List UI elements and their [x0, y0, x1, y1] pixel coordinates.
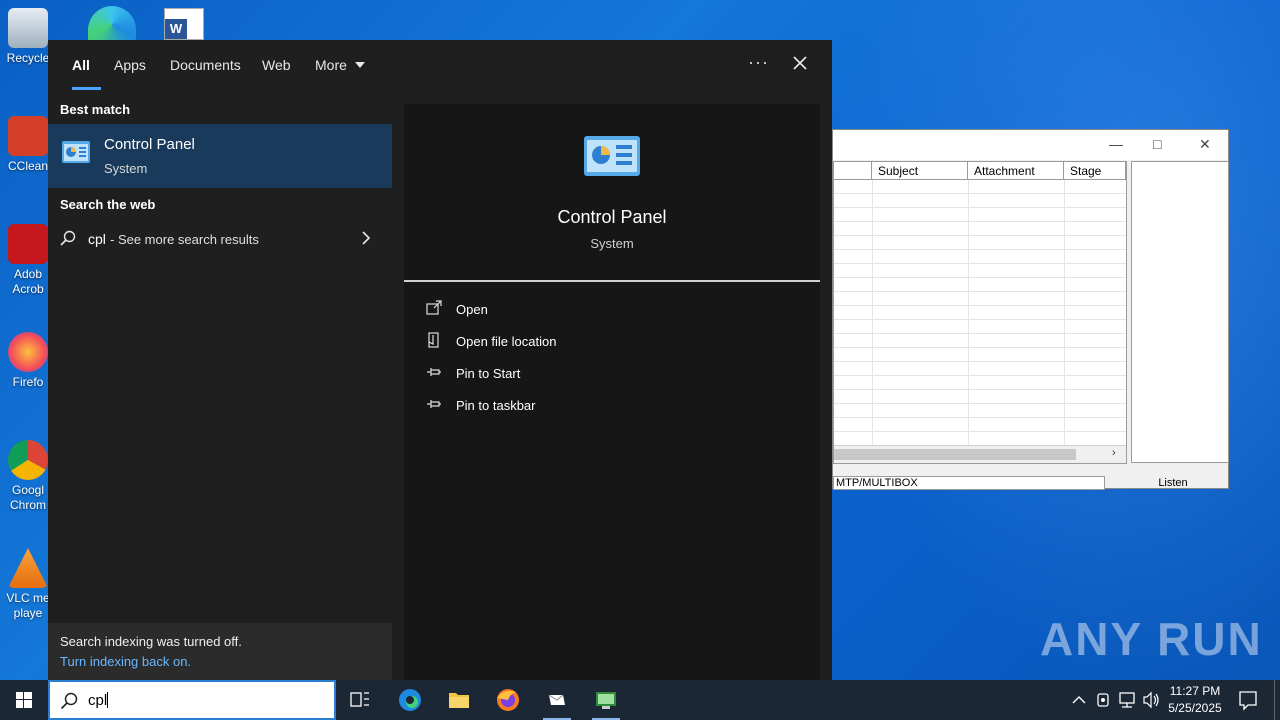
edge-desktop-icon[interactable]: [88, 6, 136, 42]
search-tabs: All Apps Documents Web More ···: [48, 40, 832, 92]
search-icon: [60, 230, 76, 246]
desktop-icon-label: CClean: [7, 159, 49, 173]
tab-documents[interactable]: Documents: [170, 57, 241, 73]
open-action[interactable]: Open: [426, 298, 806, 322]
desktop-icon-label: Adob Acrob: [12, 267, 44, 296]
tab-more-label: More: [315, 57, 347, 73]
preview-pane: Control Panel System Open Open file loca…: [404, 104, 820, 680]
action-label: Open: [456, 302, 488, 317]
scroll-right-icon[interactable]: ›: [1112, 447, 1116, 459]
pin-icon: [427, 368, 441, 376]
tab-all[interactable]: All: [72, 57, 90, 73]
file-location-icon: [428, 332, 439, 348]
windows-start-icon[interactable]: [0, 680, 48, 720]
clock-date: 5/25/2025: [1168, 701, 1222, 715]
message-list-grid[interactable]: Subject Attachment Stage ›: [833, 161, 1127, 464]
grid-header: Subject Attachment Stage: [834, 162, 1126, 180]
folder-icon: [449, 693, 469, 708]
firefox-icon: [497, 689, 519, 711]
edge-icon: [399, 689, 421, 711]
mail-app-icon: [548, 694, 565, 705]
listen-button[interactable]: Listen: [1119, 476, 1227, 490]
web-query: cpl: [88, 231, 106, 247]
grid-column-header[interactable]: Attachment: [968, 162, 1064, 179]
maximize-icon[interactable]: □: [1153, 136, 1161, 152]
open-file-location-action[interactable]: Open file location: [426, 330, 806, 354]
preview-subtitle: System: [590, 236, 634, 251]
more-options-icon[interactable]: ···: [748, 52, 769, 73]
volume-icon[interactable]: [1141, 680, 1161, 720]
web-query-suffix: - See more search results: [110, 232, 259, 247]
text-caret: [107, 692, 109, 708]
background-app-window[interactable]: — □ ✕ Subject Attachment Stage › MTP/MUL…: [832, 129, 1229, 490]
taskbar-clock[interactable]: 11:27 PM 5/25/2025: [1160, 683, 1230, 717]
horizontal-scrollbar[interactable]: ›: [834, 445, 1126, 463]
search-input-value: cpl: [88, 692, 108, 709]
control-panel-large-icon: [584, 136, 640, 176]
best-match-heading: Best match: [60, 102, 131, 117]
grid-rows[interactable]: [834, 180, 1126, 445]
network-app-taskbar-button[interactable]: [582, 680, 630, 720]
preview-divider: [404, 280, 820, 282]
indexing-notice-text: Search indexing was turned off.: [60, 634, 242, 649]
action-label: Pin to taskbar: [456, 398, 536, 413]
search-icon: [60, 692, 78, 710]
taskbar-search-box[interactable]: cpl: [48, 680, 336, 720]
close-icon[interactable]: [790, 53, 810, 73]
notifications-icon[interactable]: [1236, 680, 1260, 720]
device-icon[interactable]: [1094, 680, 1112, 720]
status-field: MTP/MULTIBOX: [833, 476, 1105, 490]
preview-title: Control Panel: [557, 207, 667, 227]
desktop-icon-label: Googl Chrom: [9, 483, 46, 512]
grid-column-header[interactable]: Subject: [872, 162, 968, 179]
network-icon[interactable]: [1117, 680, 1137, 720]
result-name: Control Panel: [104, 136, 195, 153]
tab-web[interactable]: Web: [262, 57, 291, 73]
pin-icon: [427, 400, 441, 408]
grid-column-header[interactable]: Stage: [1064, 162, 1126, 179]
turn-indexing-on-link[interactable]: Turn indexing back on.: [60, 654, 191, 669]
file-explorer-taskbar-button[interactable]: [435, 680, 483, 720]
side-panel: [1131, 161, 1229, 463]
desktop-icon-label: VLC me playe: [6, 591, 50, 620]
task-view-icon: [350, 692, 369, 707]
tab-apps[interactable]: Apps: [114, 57, 146, 73]
search-input[interactable]: cpl: [88, 692, 109, 709]
pin-to-start-action[interactable]: Pin to Start: [426, 362, 806, 386]
desktop-icon-label: Recycle: [6, 51, 50, 65]
pin-to-taskbar-action[interactable]: Pin to taskbar: [426, 394, 806, 418]
action-label: Open file location: [456, 334, 557, 349]
chevron-right-icon[interactable]: [359, 230, 373, 246]
firefox-taskbar-button[interactable]: [484, 680, 532, 720]
taskbar: cpl 11:27 PM 5/25/2025: [0, 680, 1280, 720]
anyrun-watermark: ANY RUN: [1040, 613, 1263, 665]
tab-more[interactable]: More: [315, 57, 365, 73]
active-tab-indicator: [72, 87, 101, 90]
grid-column-header[interactable]: [834, 162, 872, 179]
result-type: System: [104, 161, 148, 176]
network-app-icon: [596, 692, 616, 709]
web-search-result[interactable]: cpl - See more search results: [48, 220, 392, 258]
word-desktop-icon[interactable]: W: [164, 8, 204, 40]
best-match-result[interactable]: Control Panel System: [48, 124, 392, 188]
window-titlebar[interactable]: — □ ✕: [833, 130, 1228, 160]
desktop-icon-label: Firefo: [12, 375, 44, 389]
results-pane: Best match Control Panel System Search t…: [48, 92, 392, 680]
chevron-up-icon[interactable]: [1070, 680, 1088, 720]
show-desktop-button[interactable]: [1274, 680, 1275, 720]
search-flyout: All Apps Documents Web More ··· Best mat…: [48, 40, 832, 680]
open-icon: [426, 300, 442, 315]
scrollbar-thumb[interactable]: [834, 449, 1076, 460]
control-panel-icon: [62, 141, 90, 163]
clock-time: 11:27 PM: [1169, 684, 1221, 698]
close-icon[interactable]: ✕: [1199, 136, 1211, 153]
edge-taskbar-button[interactable]: [386, 680, 434, 720]
action-label: Pin to Start: [456, 366, 521, 381]
search-web-heading: Search the web: [60, 197, 156, 212]
minimize-icon[interactable]: —: [1109, 136, 1123, 152]
task-view-button[interactable]: [336, 680, 384, 720]
running-app-taskbar-button[interactable]: [533, 680, 581, 720]
chevron-down-icon: [354, 62, 365, 68]
indexing-notice: Search indexing was turned off. Turn ind…: [48, 623, 392, 680]
